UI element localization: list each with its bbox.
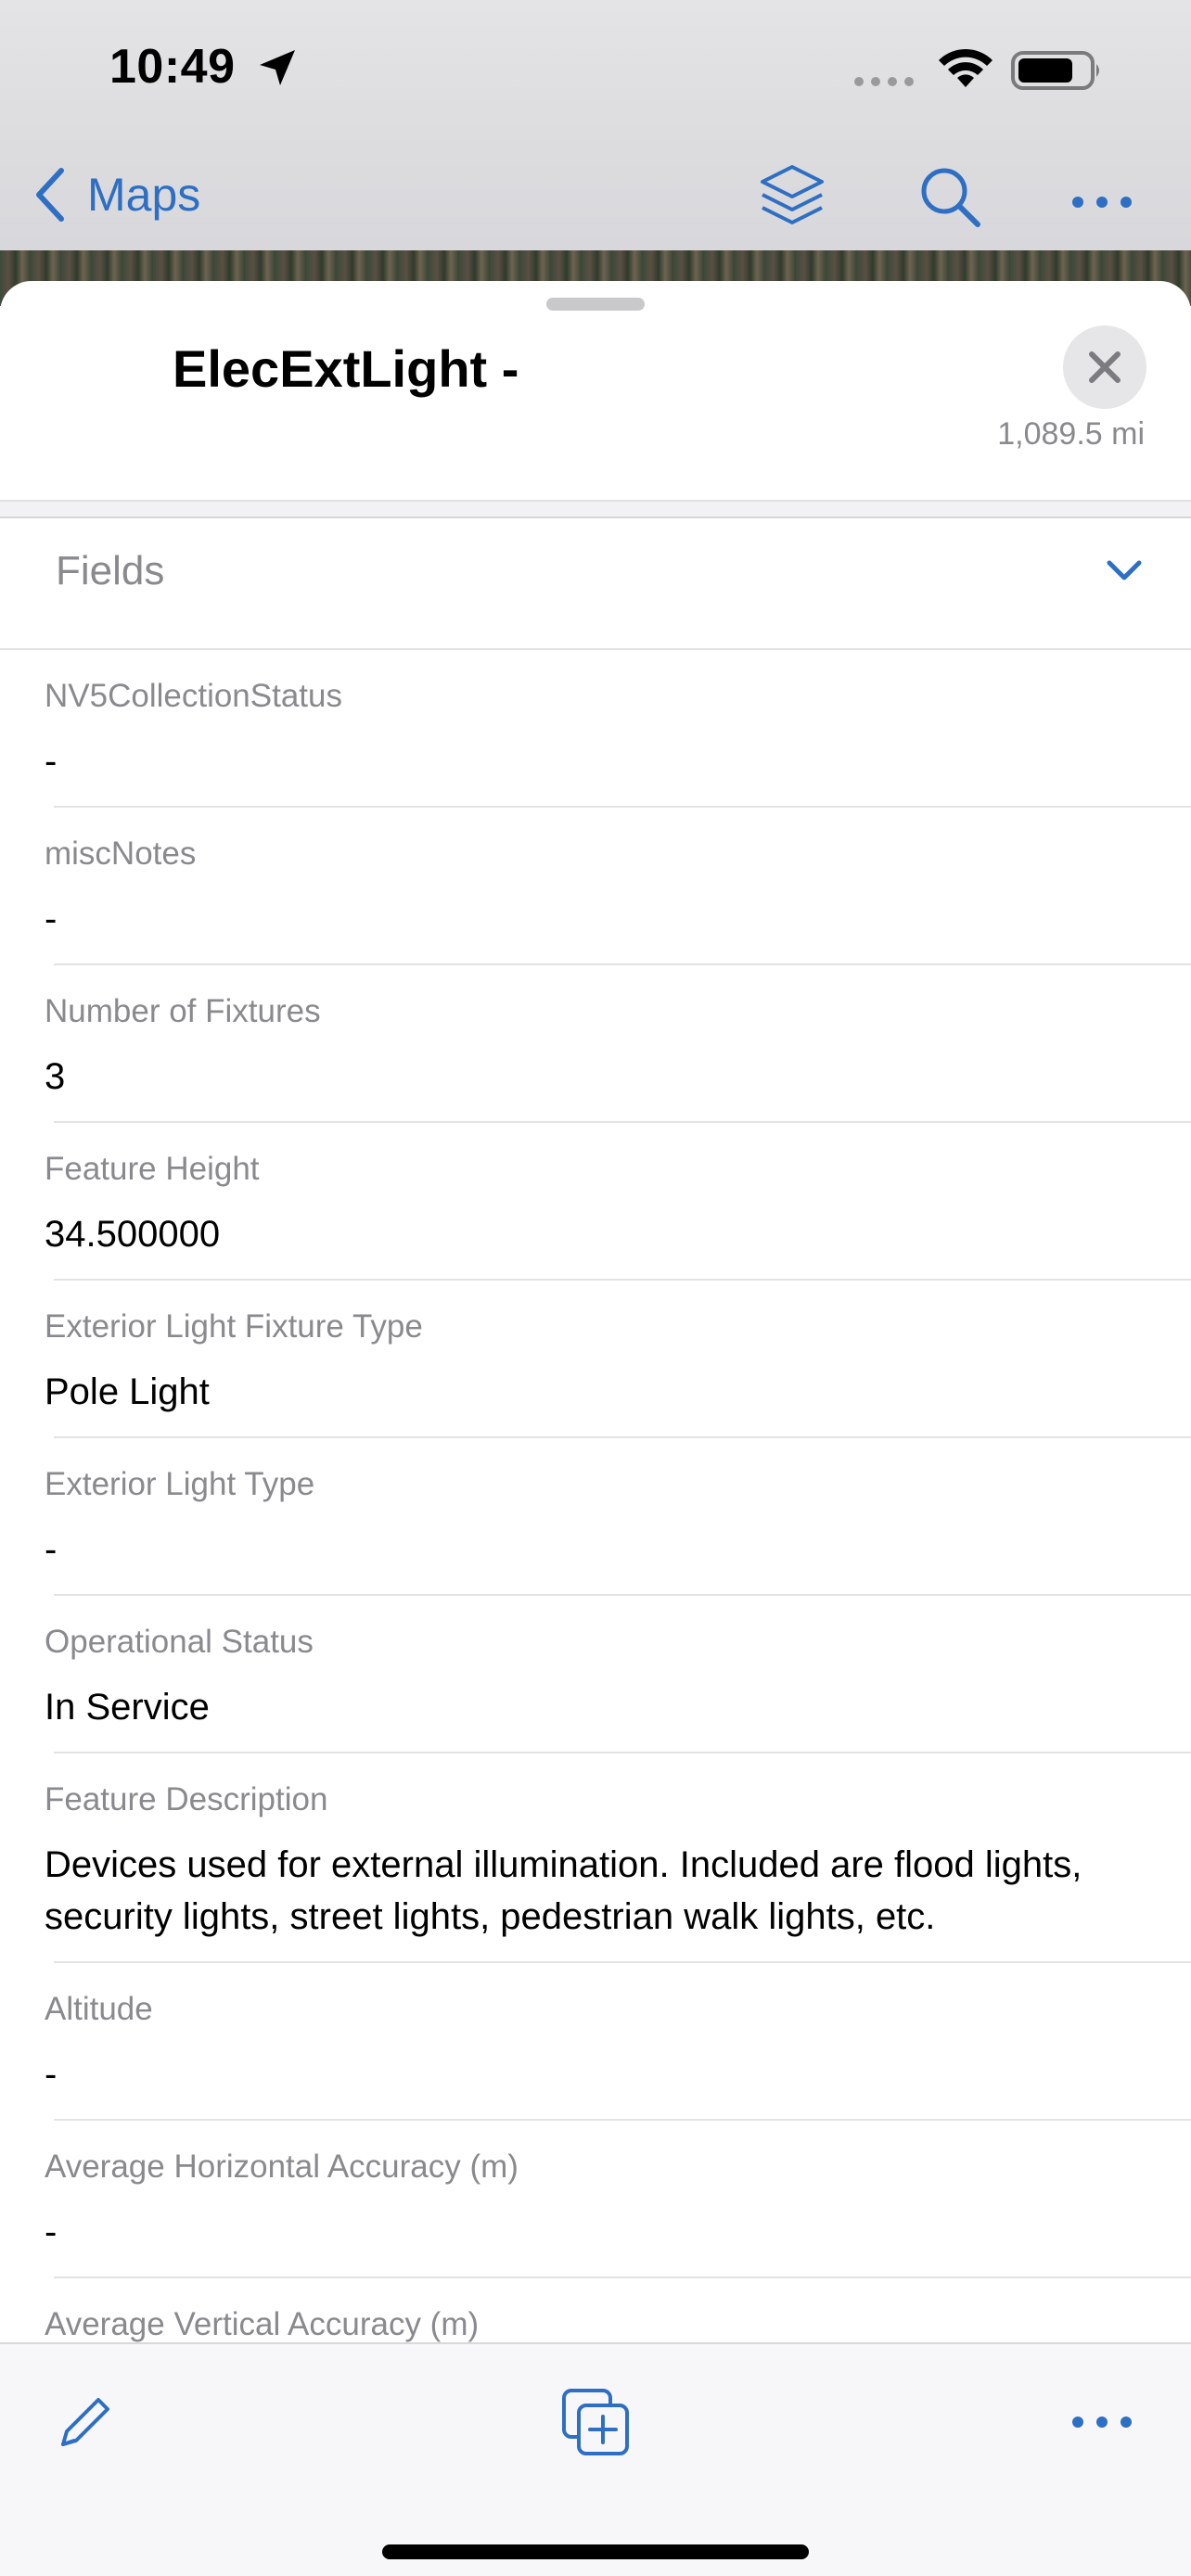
field-row: Operational Status In Service xyxy=(45,1596,1191,1753)
field-label: Altitude xyxy=(45,1991,153,2027)
feature-title: ElecExtLight - xyxy=(173,339,519,398)
feature-popup-screen: 10:49 Maps ElecExtLight - 1,089.5 mi Fie… xyxy=(0,0,1191,2576)
back-button[interactable]: Maps xyxy=(32,159,200,230)
field-value: - xyxy=(45,2054,58,2095)
field-row: Feature Description Devices used for ext… xyxy=(45,1753,1191,1963)
close-button[interactable] xyxy=(1063,325,1146,409)
field-row: Number of Fixtures 3 xyxy=(45,965,1191,1123)
field-row: NV5CollectionStatus - xyxy=(45,650,1191,808)
field-label: Feature Description xyxy=(45,1781,328,1817)
location-arrow-icon xyxy=(260,50,295,85)
field-value: - xyxy=(45,1529,58,1570)
feature-details-sheet: ElecExtLight - 1,089.5 mi Fields NV5Coll… xyxy=(0,281,1191,2576)
field-value: 34.500000 xyxy=(45,1214,221,1255)
field-label: NV5CollectionStatus xyxy=(45,678,342,714)
chevron-left-icon xyxy=(36,168,64,222)
feature-subtitle xyxy=(176,416,640,424)
field-row: Exterior Light Type - xyxy=(45,1438,1191,1596)
more-icon[interactable] xyxy=(1065,2385,1139,2459)
field-label: Operational Status xyxy=(45,1624,314,1660)
feature-distance: 1,089.5 mi xyxy=(997,416,1145,452)
chevron-down-icon xyxy=(1107,560,1142,580)
field-list: NV5CollectionStatus - miscNotes - Number… xyxy=(0,650,1191,2353)
cellular-signal-icon xyxy=(854,77,914,86)
top-area: 10:49 Maps xyxy=(0,0,1191,252)
layers-icon[interactable] xyxy=(755,159,829,234)
bottom-toolbar xyxy=(0,2342,1191,2576)
edit-pencil-icon[interactable] xyxy=(48,2385,122,2459)
field-value: - xyxy=(45,899,58,939)
field-label: Average Vertical Accuracy (m) xyxy=(45,2306,480,2342)
battery-icon xyxy=(1011,51,1099,90)
duplicate-add-icon[interactable] xyxy=(558,2385,633,2459)
field-value: Pole Light xyxy=(45,1371,210,1412)
field-label: Number of Fixtures xyxy=(45,993,321,1029)
field-label: Feature Height xyxy=(45,1151,260,1187)
field-row: Exterior Light Fixture Type Pole Light xyxy=(45,1281,1191,1438)
field-value: - xyxy=(45,2212,58,2252)
more-icon[interactable] xyxy=(1065,159,1139,234)
field-label: Exterior Light Fixture Type xyxy=(45,1308,423,1345)
field-value: - xyxy=(45,741,58,782)
navigation-bar: Maps xyxy=(0,148,1191,241)
field-row: Average Horizontal Accuracy (m) - xyxy=(45,2121,1191,2278)
status-bar: 10:49 xyxy=(0,0,1191,139)
header-divider xyxy=(0,500,1191,518)
field-label: Average Horizontal Accuracy (m) xyxy=(45,2149,519,2185)
wifi-icon xyxy=(939,48,992,87)
field-value: In Service xyxy=(45,1687,210,1728)
field-label: miscNotes xyxy=(45,835,197,872)
fields-section-header[interactable]: Fields xyxy=(0,516,1191,650)
field-value: 3 xyxy=(45,1056,66,1097)
field-row: Feature Height 34.500000 xyxy=(45,1123,1191,1281)
field-value: Devices used for external illumination. … xyxy=(45,1844,1082,1937)
home-indicator xyxy=(382,2544,809,2559)
sheet-grabber[interactable] xyxy=(546,298,645,311)
fields-section-label: Fields xyxy=(56,548,165,593)
search-icon[interactable] xyxy=(913,159,987,234)
status-time: 10:49 xyxy=(109,40,236,94)
field-row: miscNotes - xyxy=(45,808,1191,965)
field-label: Exterior Light Type xyxy=(45,1466,315,1502)
close-icon xyxy=(1089,351,1121,383)
back-label: Maps xyxy=(87,169,201,221)
field-row: Average Vertical Accuracy (m) xyxy=(45,2278,1191,2353)
field-row: Altitude - xyxy=(45,1963,1191,2121)
